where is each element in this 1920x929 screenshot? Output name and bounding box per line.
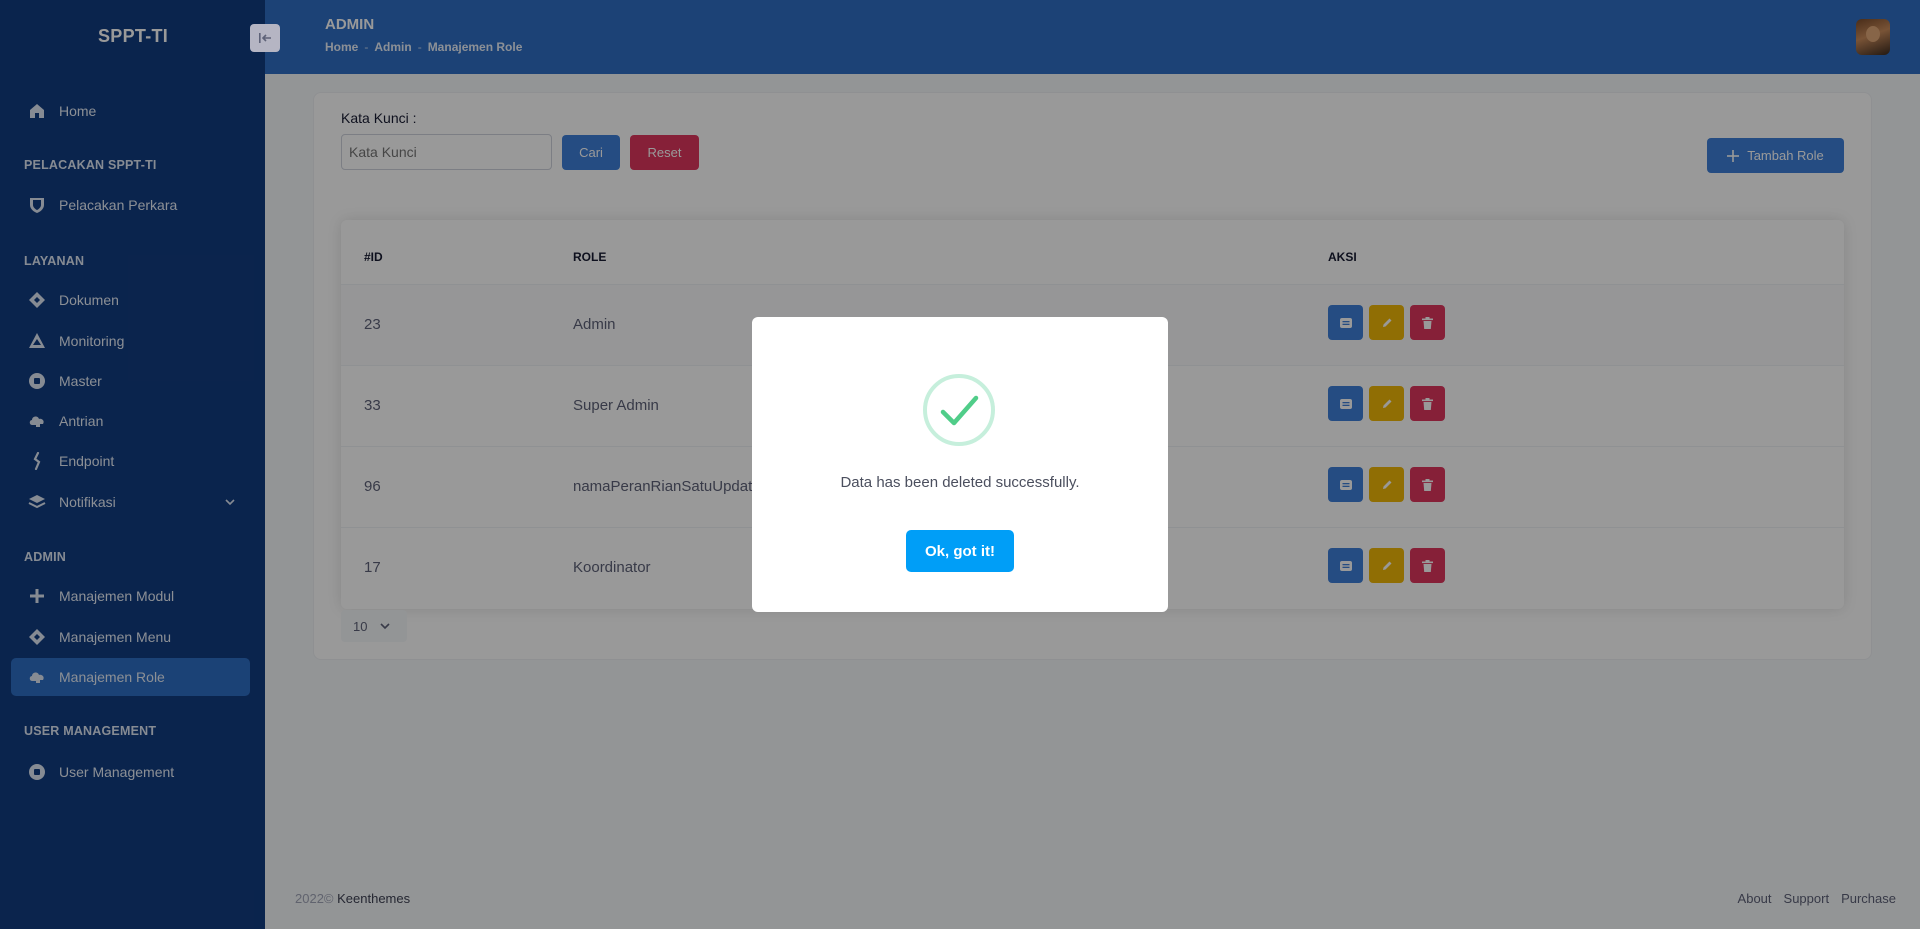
- dialog-message: Data has been deleted successfully.: [840, 474, 1080, 491]
- success-check-icon: [923, 374, 995, 446]
- success-dialog: Data has been deleted successfully. Ok, …: [752, 317, 1168, 612]
- confirm-ok-button[interactable]: Ok, got it!: [906, 530, 1014, 572]
- arrow-to-left-icon: [259, 33, 271, 43]
- modal-backdrop[interactable]: Data has been deleted successfully. Ok, …: [0, 0, 1920, 929]
- sidebar-collapse-button[interactable]: [250, 24, 280, 52]
